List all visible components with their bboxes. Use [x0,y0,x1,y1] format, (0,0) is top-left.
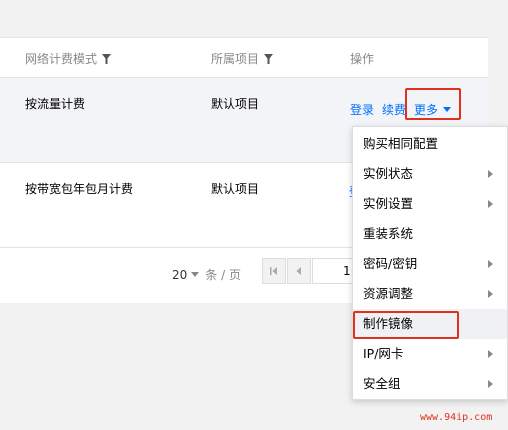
menu-item-label: 密码/密钥 [363,256,418,271]
first-page-icon [270,267,277,275]
page-size-value: 20 [172,268,188,282]
menu-item-ip-nic[interactable]: IP/网卡 [353,339,507,369]
menu-item-resource-adjust[interactable]: 资源调整 [353,279,507,309]
menu-item-label: 资源调整 [363,286,414,301]
menu-item-instance-status[interactable]: 实例状态 [353,159,507,189]
chevron-right-icon [488,350,493,358]
menu-item-label: 实例状态 [363,166,414,181]
prev-page-icon [296,267,301,275]
prev-page-button[interactable] [287,258,311,284]
table-header: 网络计费模式 所属项目 操作 [0,38,488,78]
chevron-right-icon [488,170,493,178]
menu-item-label: 购买相同配置 [363,136,439,151]
page-size-select[interactable]: 20 条 / 页 [172,266,241,283]
billing-mode-cell: 按流量计费 [25,97,86,111]
menu-item-buy-same-config[interactable]: 购买相同配置 [353,129,507,159]
billing-mode-cell: 按带宽包年包月计费 [25,182,134,196]
header-actions: 操作 [350,52,375,66]
page-size-unit: 条 / 页 [205,268,241,282]
chevron-right-icon [488,290,493,298]
menu-item-label: 重装系统 [363,226,414,241]
menu-item-label: IP/网卡 [363,346,404,361]
header-billing-mode-label: 网络计费模式 [25,52,98,66]
create-image-highlight-box [353,311,459,339]
first-page-button[interactable] [262,258,286,284]
more-highlight-box [405,88,461,120]
menu-item-label: 实例设置 [363,196,414,211]
menu-item-label: 安全组 [363,376,401,391]
filter-icon[interactable] [264,53,274,67]
header-project-label: 所属项目 [211,52,260,66]
chevron-down-icon [191,272,200,277]
header-billing-mode[interactable]: 网络计费模式 [25,50,112,67]
project-cell: 默认项目 [211,97,260,111]
chevron-right-icon [488,260,493,268]
page-number-input[interactable]: 1 [312,258,356,284]
watermark: www.94ip.com [420,412,493,423]
filter-icon[interactable] [102,53,112,67]
menu-item-reinstall-system[interactable]: 重装系统 [353,219,507,249]
renew-link[interactable]: 续费 [382,101,406,118]
header-project[interactable]: 所属项目 [211,50,274,67]
more-dropdown-menu: 购买相同配置 实例状态 实例设置 重装系统 密码/密钥 资源调整 制作镜像 IP… [352,126,508,400]
menu-item-password-key[interactable]: 密码/密钥 [353,249,507,279]
chevron-right-icon [488,380,493,388]
menu-item-security-group[interactable]: 安全组 [353,369,507,399]
chevron-right-icon [488,200,493,208]
project-cell: 默认项目 [211,182,260,196]
login-link[interactable]: 登录 [350,101,374,118]
menu-item-instance-settings[interactable]: 实例设置 [353,189,507,219]
